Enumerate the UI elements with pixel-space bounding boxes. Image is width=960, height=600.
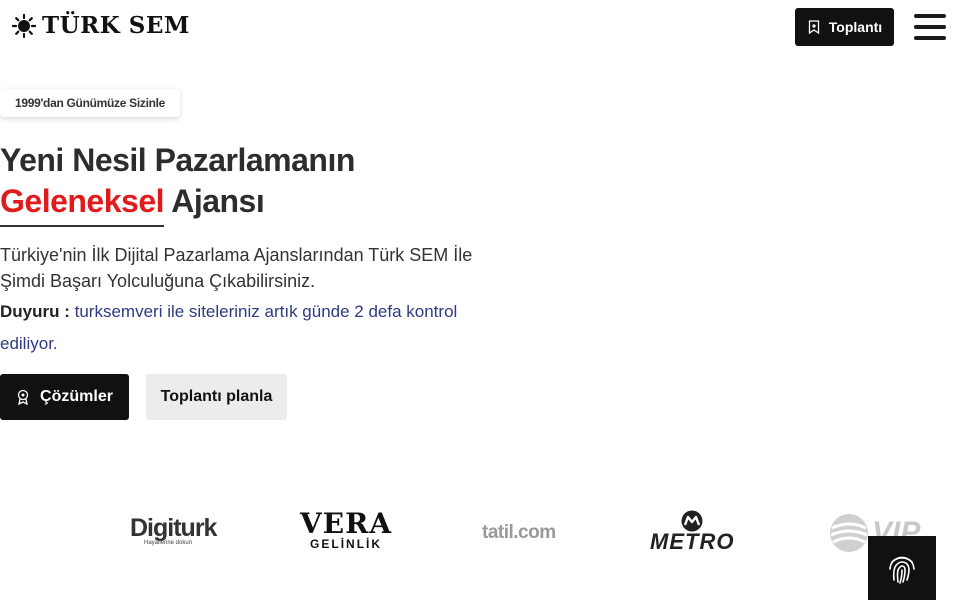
site-logo[interactable]: TÜRK SEM [12, 12, 190, 39]
meeting-button-label: Toplantı [828, 19, 883, 35]
vip-swoosh-icon [830, 514, 868, 552]
announcement-label: Duyuru : [0, 302, 70, 321]
digiturk-tagline: Hayallerine dokun [144, 540, 193, 546]
hero-title-accent: Geleneksel [0, 181, 165, 227]
fingerprint-button[interactable] [868, 536, 936, 600]
sun-logo-icon [12, 13, 36, 38]
digiturk-name: Digiturk [130, 514, 217, 542]
hero-description: Türkiye'nin İlk Dijital Pazarlama Ajansl… [0, 245, 473, 291]
brand-logo-vera: VERA GELİNLİK [300, 507, 393, 552]
fingerprint-icon [889, 556, 915, 584]
hero-title-line1: Yeni Nesil Pazarlamanın [0, 142, 355, 178]
since-badge: 1999'dan Günümüze Sizinle [0, 89, 181, 117]
vera-name: VERA [300, 507, 393, 540]
logo-text: TÜRK SEM [42, 12, 190, 39]
metro-name: METRO [650, 529, 735, 554]
hero-title-rest: Ajansı [171, 183, 265, 219]
schedule-meeting-button[interactable]: Toplantı planla [146, 374, 287, 420]
vera-subtitle: GELİNLİK [310, 537, 383, 551]
brand-logo-digiturk: Digiturk Hayallerine dokun [130, 514, 217, 547]
meeting-button[interactable]: Toplantı [795, 8, 894, 46]
solutions-button[interactable]: Çözümler [0, 374, 129, 420]
brand-logo-tatil: tatil.com [482, 522, 556, 543]
menu-icon[interactable] [914, 14, 946, 40]
announcement: Duyuru : turksemveri ile siteleriniz art… [0, 296, 480, 360]
medal-icon [17, 389, 29, 405]
brand-logo-metro: METRO [650, 510, 735, 554]
solutions-button-label: Çözümler [40, 388, 113, 405]
hero-title: Yeni Nesil Pazarlamanın Geleneksel Ajans… [0, 140, 355, 227]
bookmark-plus-icon [808, 20, 819, 34]
